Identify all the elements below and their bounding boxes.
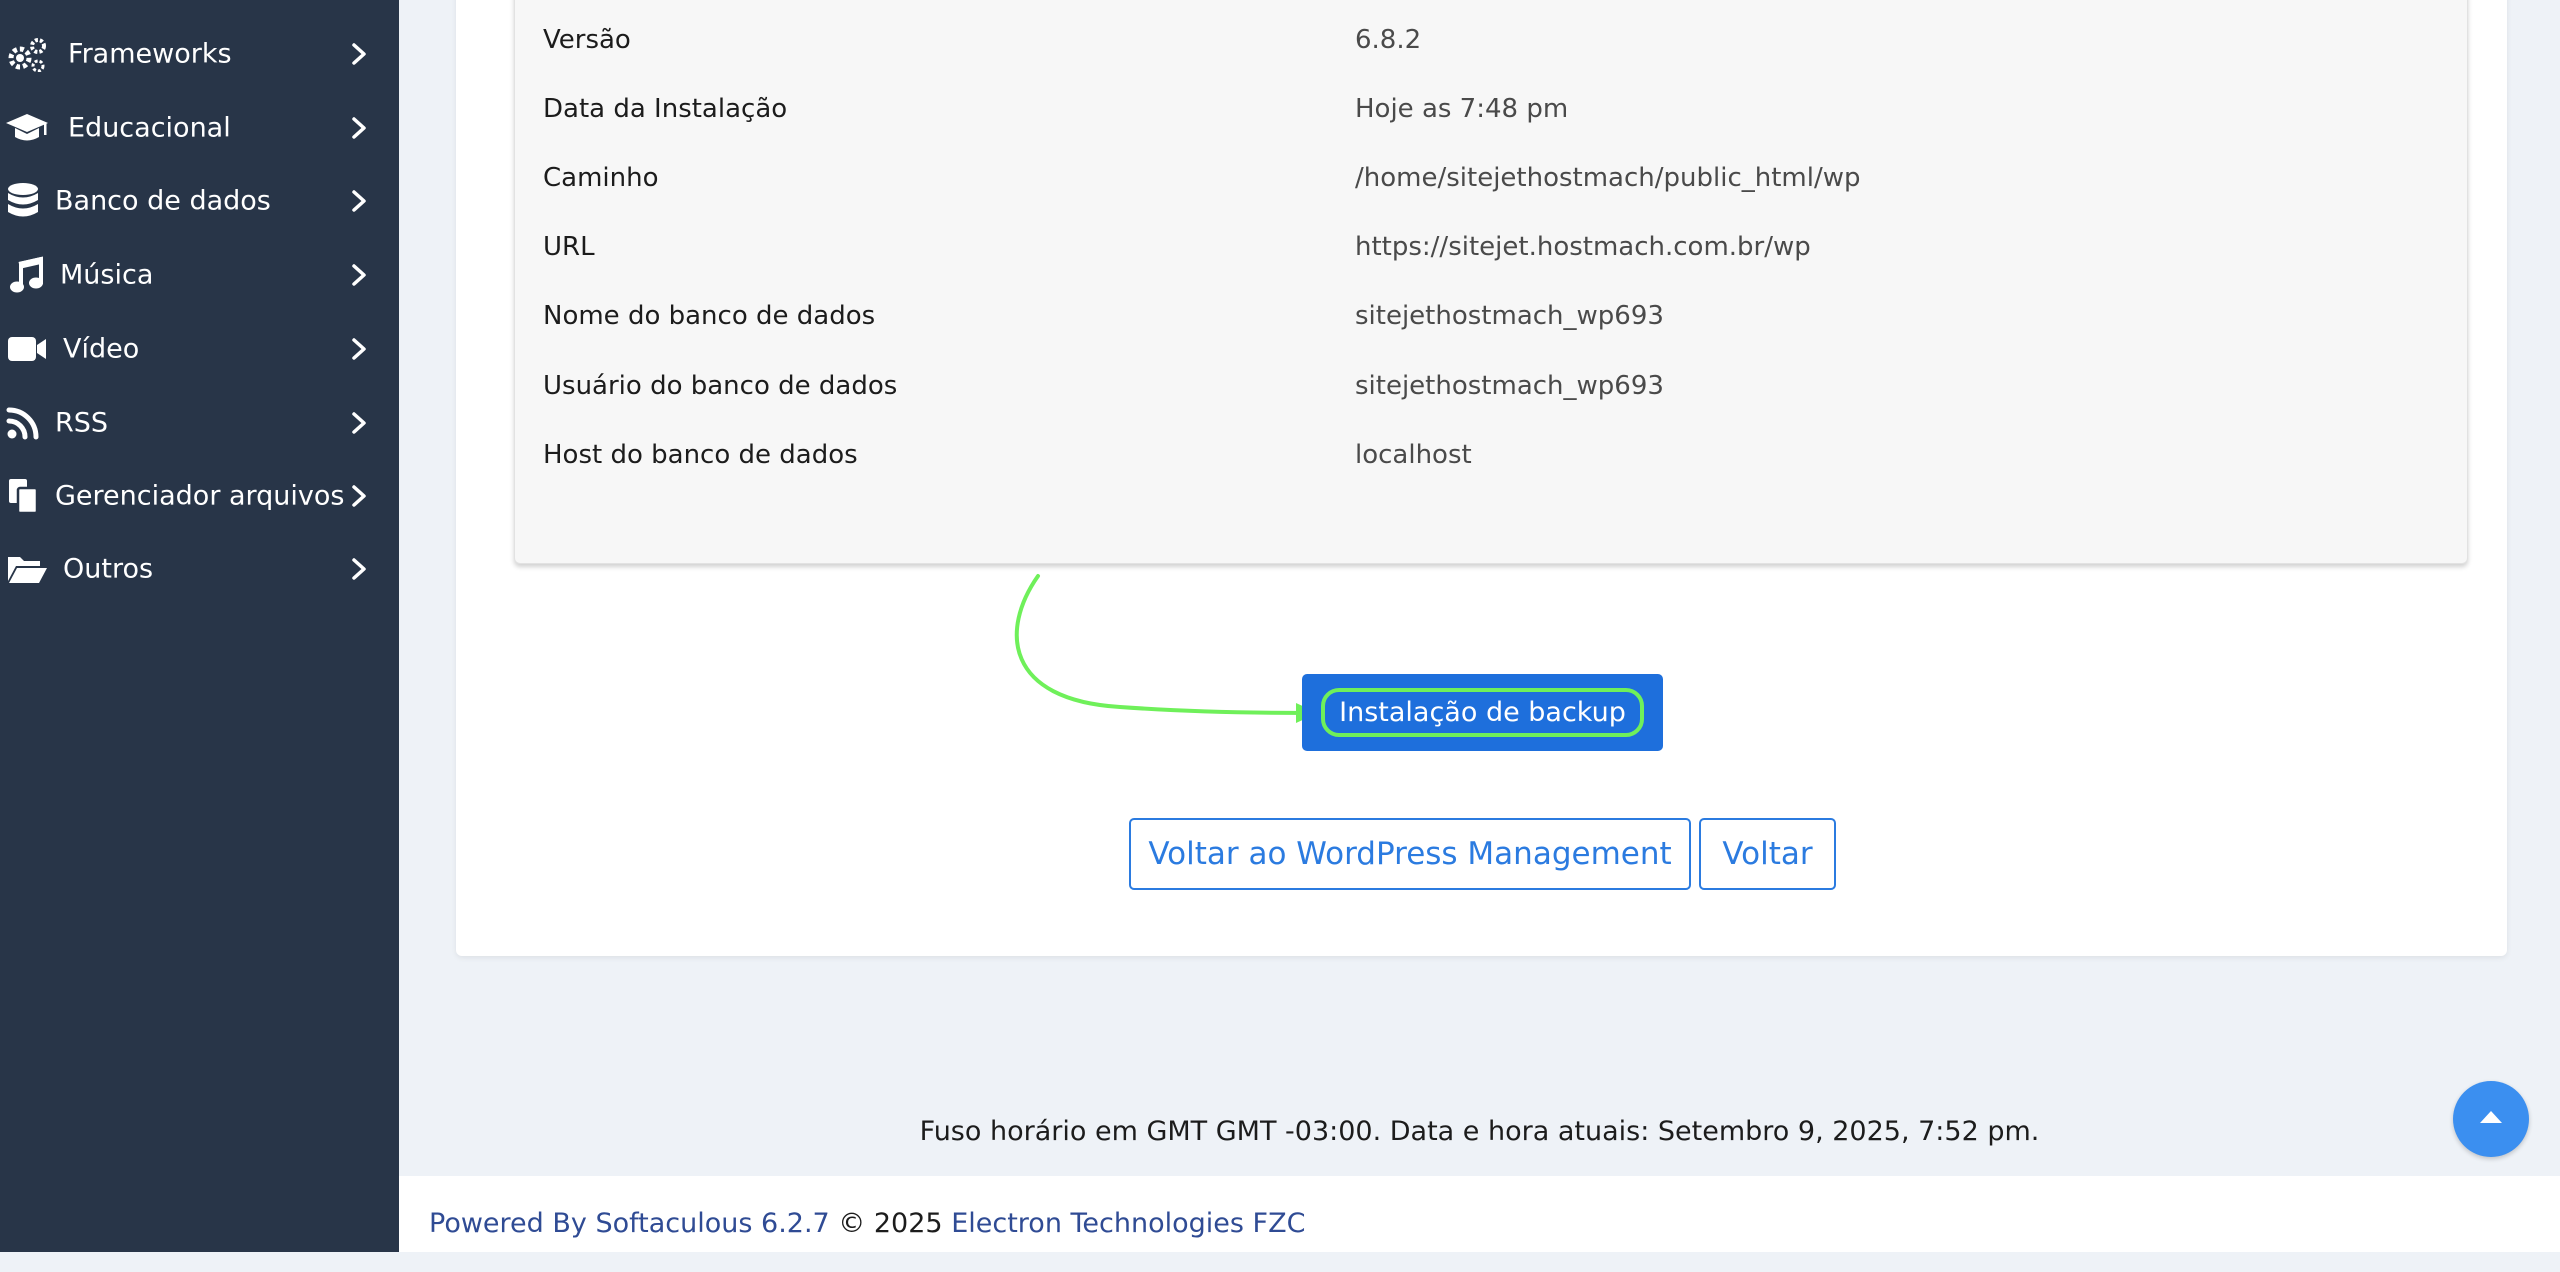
footer: Powered By Softaculous 6.2.7 © 2025 Elec… (399, 1176, 2560, 1252)
installation-card: Versão 6.8.2 Data da Instalação Hoje as … (456, 0, 2507, 956)
chevron-right-icon (349, 409, 369, 437)
video-camera-icon (4, 329, 50, 369)
sidebar-item-video[interactable]: Vídeo (0, 314, 399, 384)
sidebar-item-label: Banco de dados (55, 185, 271, 217)
chevron-right-icon (349, 114, 369, 142)
detail-key: URL (543, 232, 595, 262)
music-note-icon (4, 255, 50, 295)
detail-value: Hoje as 7:48 pm (1355, 94, 1569, 124)
sidebar-item-label: Educacional (68, 112, 231, 144)
sidebar-item-outros[interactable]: Outros (0, 534, 399, 604)
back-button[interactable]: Voltar (1699, 818, 1836, 890)
chevron-right-icon (349, 555, 369, 583)
chevron-right-icon (349, 482, 369, 510)
powered-by-link[interactable]: Powered By Softaculous 6.2.7 (429, 1208, 830, 1239)
detail-value: https://sitejet.hostmach.com.br/wp (1355, 232, 1811, 262)
sidebar: Frameworks Educacional Banco de dados Mú… (0, 0, 399, 1252)
chevron-right-icon (349, 261, 369, 289)
detail-key: Host do banco de dados (543, 440, 858, 470)
detail-key: Nome do banco de dados (543, 301, 876, 331)
detail-value: sitejethostmach_wp693 (1355, 371, 1664, 401)
timezone-info: Fuso horário em GMT GMT -03:00. Data e h… (919, 1116, 2040, 1147)
detail-key: Data da Instalação (543, 94, 788, 124)
chevron-right-icon (349, 335, 369, 363)
detail-value: localhost (1355, 440, 1472, 470)
installation-details: Versão 6.8.2 Data da Instalação Hoje as … (514, 0, 2468, 564)
graduation-cap-icon (4, 108, 50, 148)
chevron-right-icon (349, 40, 369, 68)
sidebar-item-banco-de-dados[interactable]: Banco de dados (0, 166, 399, 236)
caret-up-icon (2478, 1109, 2504, 1129)
detail-row: Nome do banco de dados sitejethostmach_w… (543, 291, 2443, 341)
detail-row: Usuário do banco de dados sitejethostmac… (543, 361, 2443, 411)
copyright-text: © 2025 (829, 1208, 952, 1239)
detail-row: Host do banco de dados localhost (543, 430, 2443, 480)
scroll-to-top-button[interactable] (2453, 1081, 2529, 1157)
detail-value: sitejethostmach_wp693 (1355, 301, 1664, 331)
detail-key: Versão (543, 25, 631, 55)
detail-row: URL https://sitejet.hostmach.com.br/wp (543, 222, 2443, 272)
company-link[interactable]: Electron Technologies FZC (951, 1208, 1305, 1239)
chevron-right-icon (349, 187, 369, 215)
sidebar-item-label: Frameworks (68, 38, 232, 70)
backup-button-label: Instalação de backup (1321, 688, 1644, 737)
sidebar-item-rss[interactable]: RSS (0, 388, 399, 458)
detail-row: Versão 6.8.2 (543, 15, 2443, 65)
files-icon (0, 476, 46, 516)
backup-installation-button[interactable]: Instalação de backup (1302, 674, 1663, 751)
sidebar-item-label: Vídeo (63, 333, 140, 365)
detail-key: Caminho (543, 163, 659, 193)
detail-row: Data da Instalação Hoje as 7:48 pm (543, 84, 2443, 134)
sidebar-item-label: Gerenciador arquivos (55, 480, 345, 512)
database-icon (0, 181, 46, 221)
main-content: Versão 6.8.2 Data da Instalação Hoje as … (399, 0, 2560, 1252)
sidebar-item-gerenciador-arquivos[interactable]: Gerenciador arquivos (0, 461, 399, 531)
sidebar-item-label: Música (60, 259, 154, 291)
sidebar-item-musica[interactable]: Música (0, 240, 399, 310)
detail-value: 6.8.2 (1355, 25, 1422, 55)
detail-value: /home/sitejethostmach/public_html/wp (1355, 163, 1861, 193)
sidebar-item-frameworks[interactable]: Frameworks (0, 19, 399, 89)
sidebar-item-label: Outros (63, 553, 154, 585)
folder-open-icon (4, 549, 50, 589)
sidebar-item-educacional[interactable]: Educacional (0, 93, 399, 163)
gears-icon (4, 34, 50, 74)
detail-row: Caminho /home/sitejethostmach/public_htm… (543, 153, 2443, 203)
detail-key: Usuário do banco de dados (543, 371, 898, 401)
rss-icon (0, 403, 46, 443)
sidebar-item-label: RSS (55, 407, 109, 439)
back-to-wordpress-management-button[interactable]: Voltar ao WordPress Management (1129, 818, 1691, 890)
